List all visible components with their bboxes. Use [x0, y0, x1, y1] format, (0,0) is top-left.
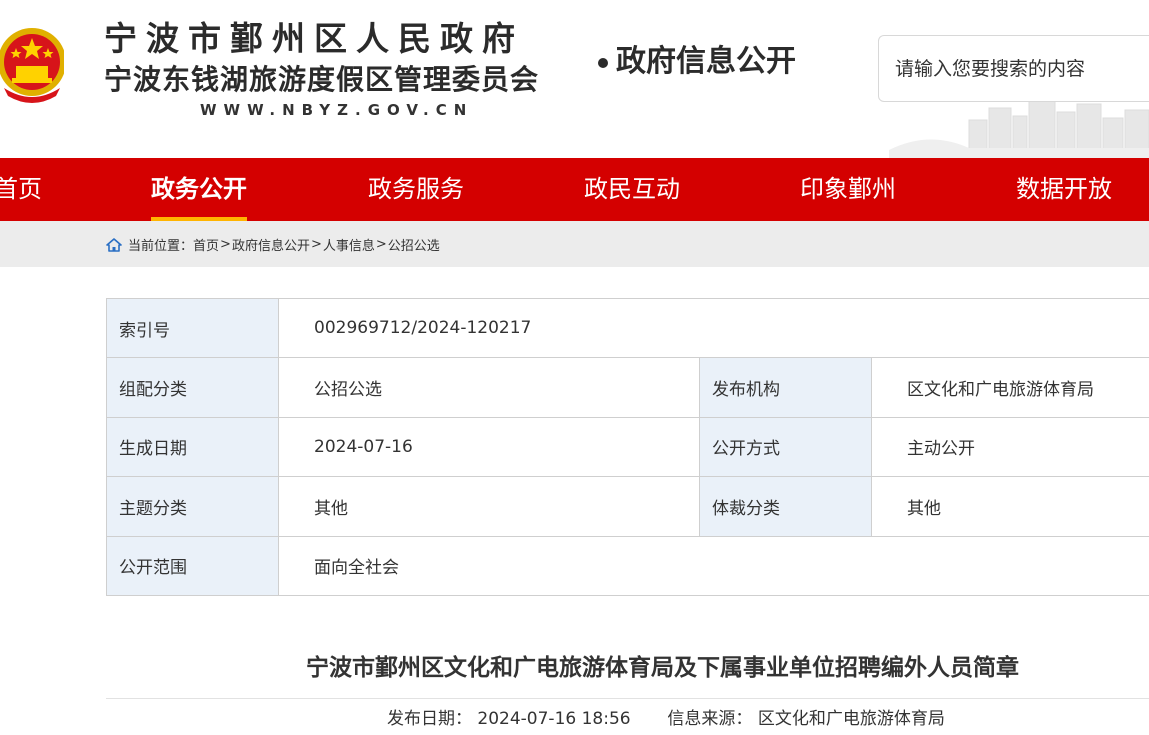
generated-date-label: 生成日期 [106, 416, 279, 478]
site-url: WWW.NBYZ.GOV.CN [200, 101, 474, 119]
index-number-label: 索引号 [106, 297, 279, 359]
category-label: 组配分类 [106, 357, 279, 418]
article-divider [106, 698, 1149, 699]
nav-item-impression-yinzhou[interactable]: 印象鄞州 [800, 158, 896, 221]
search-box [878, 35, 1149, 102]
section-tag: 政府信息公开 [598, 36, 796, 80]
site-title: 宁波市鄞州区人民政府 [104, 19, 524, 58]
generated-date-value: 2024-07-16 [278, 416, 700, 478]
main-nav: 首页 政务公开 政务服务 政民互动 印象鄞州 数据开放 [0, 158, 1149, 221]
disclosure-method-value: 主动公开 [870, 416, 1149, 478]
article-meta: 发布日期： 2024-07-16 18:56 信息来源： 区文化和广电旅游体育局 [387, 704, 945, 729]
info-source-label: 信息来源： [667, 709, 753, 729]
table-row: 组配分类 公招公选 发布机构 区文化和广电旅游体育局 [106, 357, 1149, 418]
bullet-dot-icon [598, 58, 608, 68]
topic-label: 主题分类 [106, 476, 279, 537]
nav-item-open-data[interactable]: 数据开放 [1016, 158, 1112, 221]
scope-label: 公开范围 [106, 535, 279, 596]
index-number-value: 002969712/2024-120217 [277, 297, 1149, 359]
nav-item-home[interactable]: 首页 [0, 158, 42, 221]
national-emblem-icon [0, 28, 64, 103]
table-row: 公开范围 面向全社会 [106, 535, 1149, 596]
article-title: 宁波市鄞州区文化和广电旅游体育局及下属事业单位招聘编外人员简章 [306, 655, 1019, 681]
table-row: 主题分类 其他 体裁分类 其他 [106, 476, 1149, 537]
breadcrumb-link-recruitment[interactable]: 公招公选 [388, 235, 440, 254]
genre-label: 体裁分类 [699, 476, 872, 537]
publish-date-value: 2024-07-16 18:56 [477, 709, 631, 729]
breadcrumb-bar: 当前位置： 首页 > 政府信息公开 > 人事信息 > 公招公选 [0, 221, 1149, 267]
info-source-value: 区文化和广电旅游体育局 [757, 709, 945, 729]
publisher-label: 发布机构 [699, 357, 872, 418]
genre-value: 其他 [870, 476, 1149, 537]
publish-date-label: 发布日期： [387, 709, 472, 729]
disclosure-method-label: 公开方式 [699, 416, 872, 478]
nav-item-government-services[interactable]: 政务服务 [368, 158, 464, 221]
breadcrumb-link-personnel-info[interactable]: 人事信息 [323, 235, 375, 254]
table-row: 索引号 002969712/2024-120217 [106, 297, 1149, 359]
info-metadata-table: 索引号 002969712/2024-120217 组配分类 公招公选 发布机构… [106, 297, 1149, 596]
breadcrumb-prefix: 当前位置： [128, 239, 194, 254]
home-icon [106, 237, 122, 252]
breadcrumb-separator: > [375, 237, 387, 252]
site-subtitle: 宁波东钱湖旅游度假区管理委员会 [104, 63, 540, 96]
table-row: 生成日期 2024-07-16 公开方式 主动公开 [106, 416, 1149, 478]
breadcrumb-separator: > [220, 237, 231, 252]
breadcrumb-separator: > [310, 237, 322, 252]
topic-value: 其他 [278, 476, 700, 537]
breadcrumb-link-info-disclosure[interactable]: 政府信息公开 [232, 235, 310, 254]
breadcrumb-link-home[interactable]: 首页 [193, 235, 219, 254]
publisher-value: 区文化和广电旅游体育局 [870, 357, 1149, 418]
nav-item-public-interaction[interactable]: 政民互动 [584, 158, 680, 221]
site-header: 宁波市鄞州区人民政府 宁波东钱湖旅游度假区管理委员会 WWW.NBYZ.GOV.… [0, 0, 1149, 158]
nav-item-government-affairs[interactable]: 政务公开 [151, 158, 247, 221]
section-tag-label: 政府信息公开 [616, 44, 796, 79]
scope-value: 面向全社会 [277, 535, 1149, 596]
search-input[interactable] [895, 54, 1145, 84]
category-value: 公招公选 [278, 357, 700, 418]
breadcrumb: 当前位置： 首页 > 政府信息公开 > 人事信息 > 公招公选 [106, 235, 440, 254]
